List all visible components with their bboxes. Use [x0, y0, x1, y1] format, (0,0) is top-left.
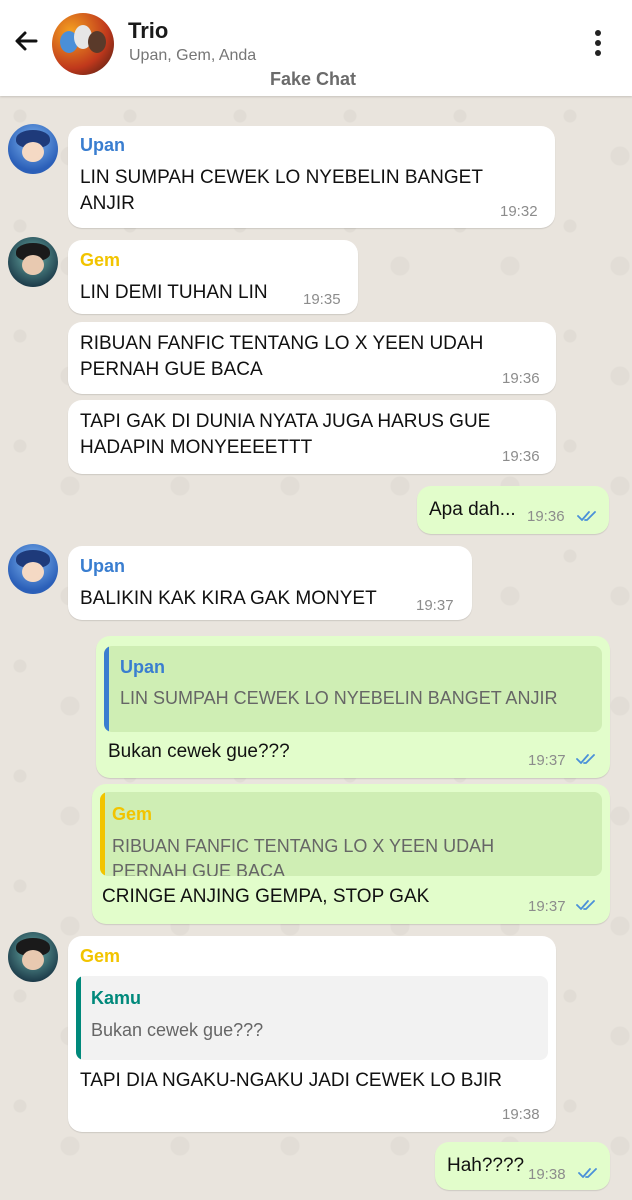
message-text: TAPI DIA NGAKU-NGAKU JADI CEWEK LO BJIR — [80, 1070, 502, 1091]
quoted-sender: Upan — [120, 657, 165, 677]
sender-name: Gem — [80, 946, 121, 966]
message-text: Hah???? — [447, 1155, 525, 1176]
avatar[interactable] — [8, 237, 58, 287]
message-time: 19:38 — [502, 1106, 540, 1123]
quoted-message[interactable]: Upan LIN SUMPAH CEWEK LO NYEBELIN BANGET… — [104, 646, 602, 732]
message-time: 19:37 — [416, 597, 454, 614]
message-text: Apa dah... — [429, 499, 516, 520]
quoted-message[interactable]: Gem RIBUAN FANFIC TENTANG LO X YEEN UDAH… — [100, 792, 602, 876]
group-avatar[interactable] — [52, 13, 114, 75]
avatar[interactable] — [8, 932, 58, 982]
double-check-icon — [577, 511, 596, 521]
message-time: 19:37 — [528, 898, 566, 915]
quoted-sender: Gem — [112, 804, 153, 824]
quoted-text: LIN SUMPAH CEWEK LO NYEBELIN BANGET ANJI… — [120, 688, 558, 708]
more-options-icon[interactable] — [588, 28, 608, 58]
quoted-message[interactable]: Kamu Bukan cewek gue??? — [76, 976, 548, 1060]
quoted-text: RIBUAN FANFIC TENTANG LO X YEEN UDAH — [112, 836, 495, 856]
chat-header: Trio Upan, Gem, Anda Fake Chat — [0, 0, 632, 96]
message-bubble-outgoing[interactable]: Apa dah... 19:36 — [417, 486, 609, 534]
quoted-sender: Kamu — [91, 988, 142, 1008]
message-time: 19:37 — [528, 752, 566, 769]
message-text: LIN DEMI TUHAN LIN — [80, 282, 268, 303]
message-time: 19:36 — [502, 448, 540, 465]
back-arrow-icon[interactable] — [10, 25, 42, 57]
quoted-text: PERNAH GUE BACA — [112, 861, 286, 876]
quoted-text: Bukan cewek gue??? — [91, 1020, 264, 1040]
watermark-label: Fake Chat — [270, 69, 357, 89]
double-check-icon — [576, 754, 595, 764]
message-text: PERNAH GUE BACA — [80, 359, 263, 380]
avatar[interactable] — [8, 124, 58, 174]
message-text: BALIKIN KAK KIRA GAK MONYET — [80, 588, 377, 609]
message-time: 19:32 — [500, 203, 538, 220]
double-check-icon — [578, 1168, 597, 1178]
message-time: 19:38 — [528, 1166, 566, 1183]
sender-name: Upan — [80, 135, 125, 155]
message-text: HADAPIN MONYEEEETTT — [80, 437, 313, 458]
message-time: 19:36 — [527, 508, 565, 525]
avatar[interactable] — [8, 544, 58, 594]
message-bubble-outgoing[interactable]: Upan LIN SUMPAH CEWEK LO NYEBELIN BANGET… — [96, 636, 610, 778]
message-text: RIBUAN FANFIC TENTANG LO X YEEN UDAH — [80, 333, 484, 354]
sender-name: Upan — [80, 556, 125, 576]
message-text: LIN SUMPAH CEWEK LO NYEBELIN BANGET — [80, 167, 483, 188]
message-time: 19:36 — [502, 370, 540, 387]
message-text: Bukan cewek gue??? — [108, 741, 290, 762]
message-bubble[interactable]: RIBUAN FANFIC TENTANG LO X YEEN UDAH PER… — [68, 322, 556, 394]
message-time: 19:35 — [303, 291, 341, 308]
message-bubble[interactable]: TAPI GAK DI DUNIA NYATA JUGA HARUS GUE H… — [68, 400, 556, 474]
message-bubble[interactable]: Upan LIN SUMPAH CEWEK LO NYEBELIN BANGET… — [68, 126, 555, 228]
message-bubble[interactable]: Upan BALIKIN KAK KIRA GAK MONYET 19:37 — [68, 546, 472, 620]
sender-name: Gem — [80, 250, 121, 270]
message-bubble-outgoing[interactable]: Gem RIBUAN FANFIC TENTANG LO X YEEN UDAH… — [92, 784, 610, 924]
message-text: CRINGE ANJING GEMPA, STOP GAK — [102, 886, 430, 907]
message-bubble[interactable]: Gem Kamu Bukan cewek gue??? TAPI DIA NGA… — [68, 936, 556, 1132]
double-check-icon — [576, 900, 595, 910]
message-bubble-outgoing[interactable]: Hah???? 19:38 — [435, 1142, 610, 1190]
chat-title[interactable]: Trio — [128, 18, 168, 44]
message-text: ANJIR — [80, 193, 135, 214]
message-text: TAPI GAK DI DUNIA NYATA JUGA HARUS GUE — [80, 411, 491, 432]
message-bubble[interactable]: Gem LIN DEMI TUHAN LIN 19:35 — [68, 240, 358, 314]
chat-participants[interactable]: Upan, Gem, Anda — [129, 47, 256, 65]
